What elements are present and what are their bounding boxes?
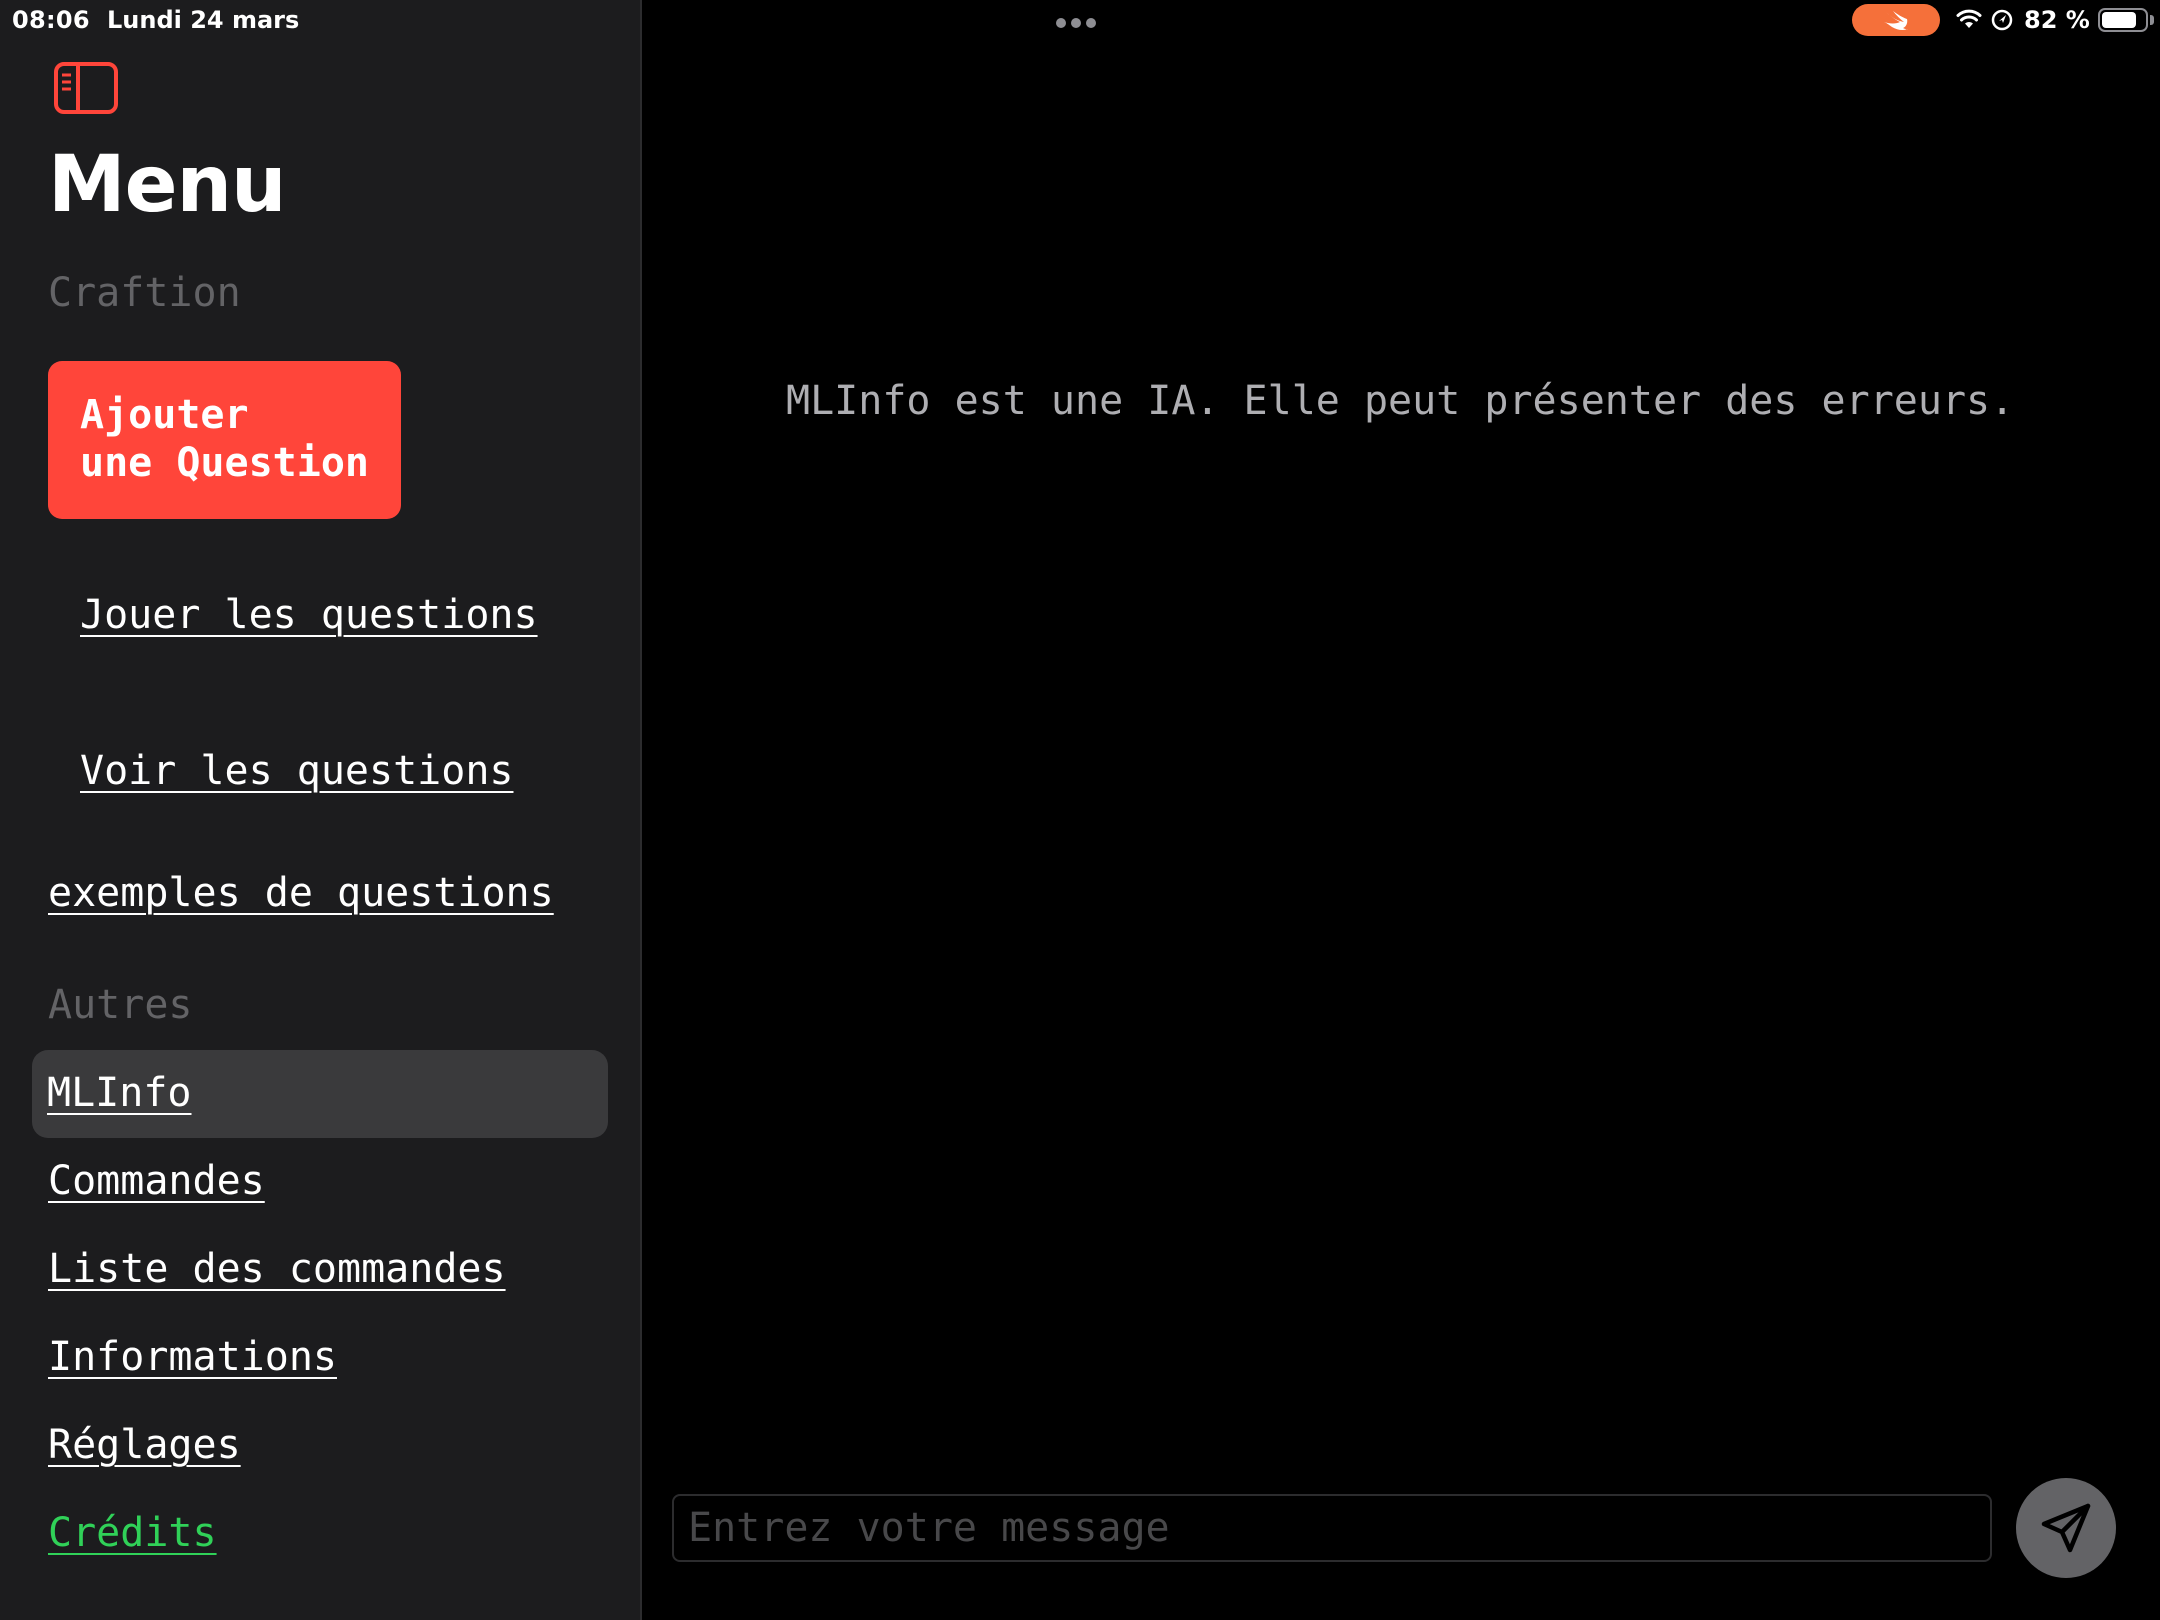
- sidebar: Menu Craftion Ajouter une Question Jouer…: [0, 0, 640, 1620]
- status-time: 08:06: [12, 6, 90, 34]
- location-lock-icon: [1991, 9, 2013, 31]
- multitasking-dots-icon[interactable]: [1056, 13, 1102, 28]
- message-input[interactable]: [672, 1494, 1992, 1562]
- status-bar: 08:06 Lundi 24 mars 82 %: [0, 0, 2160, 40]
- ai-disclaimer: MLInfo est une IA. Elle peut présenter d…: [786, 378, 2015, 424]
- link-mlinfo[interactable]: MLInfo: [47, 1070, 192, 1116]
- swift-icon: [1884, 11, 1908, 31]
- battery-icon: [2098, 8, 2148, 32]
- section-header-craftion: Craftion: [48, 270, 241, 316]
- status-date: Lundi 24 mars: [107, 6, 300, 34]
- link-play-questions[interactable]: Jouer les questions: [80, 592, 538, 638]
- add-question-label: Ajouter une Question: [80, 392, 369, 486]
- link-informations[interactable]: Informations: [48, 1334, 337, 1380]
- link-view-questions[interactable]: Voir les questions: [80, 748, 513, 794]
- menu-title: Menu: [48, 140, 287, 230]
- battery-cap: [2150, 15, 2154, 25]
- battery-percentage: 82 %: [2024, 6, 2090, 34]
- link-settings[interactable]: Réglages: [48, 1422, 241, 1468]
- link-commands[interactable]: Commandes: [48, 1158, 265, 1204]
- link-example-questions[interactable]: exemples de questions: [48, 870, 554, 916]
- battery-fill: [2102, 12, 2137, 28]
- send-icon: [2041, 1503, 2091, 1553]
- sidebar-divider: [640, 0, 642, 1620]
- link-credits[interactable]: Crédits: [48, 1510, 217, 1556]
- swift-playgrounds-pill[interactable]: [1852, 4, 1940, 36]
- add-question-button[interactable]: Ajouter une Question: [48, 361, 401, 519]
- link-command-list[interactable]: Liste des commandes: [48, 1246, 506, 1292]
- sidebar-toggle-icon[interactable]: [54, 62, 118, 114]
- section-header-autres: Autres: [48, 982, 193, 1028]
- sidebar-item-mlinfo[interactable]: MLInfo: [32, 1050, 608, 1138]
- wifi-icon: [1956, 9, 1982, 28]
- send-button[interactable]: [2016, 1478, 2116, 1578]
